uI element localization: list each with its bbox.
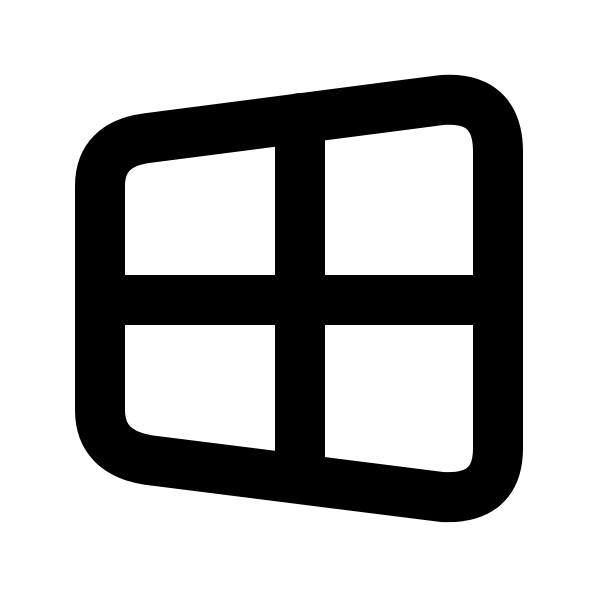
- windows-logo-icon: [75, 74, 523, 523]
- icon-canvas: [0, 0, 600, 600]
